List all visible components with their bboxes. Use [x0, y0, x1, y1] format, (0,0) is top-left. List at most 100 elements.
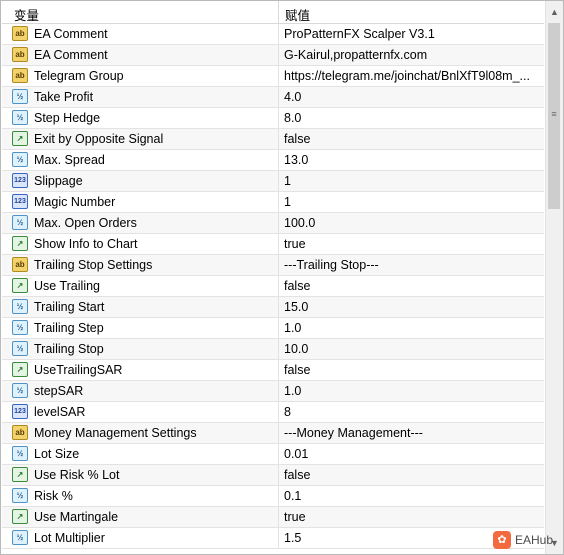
- parameter-row[interactable]: ab EA Comment G-Kairul,propatternfx.com: [2, 45, 544, 66]
- parameter-value[interactable]: true: [284, 237, 542, 251]
- parameter-name: UseTrailingSAR: [34, 363, 123, 377]
- scroll-up-arrow-icon[interactable]: ▲: [546, 3, 563, 21]
- parameter-row[interactable]: 123 levelSAR 8: [2, 402, 544, 423]
- inputs-panel: 变量 赋值 ab EA Comment ProPatternFX Scalper V…: [0, 0, 564, 555]
- parameter-value[interactable]: 1.0: [284, 321, 542, 335]
- parameter-row[interactable]: ½ Lot Size 0.01: [2, 444, 544, 465]
- parameter-name-cell[interactable]: ↗ Use Trailing: [2, 276, 279, 296]
- parameter-name-cell[interactable]: ab Money Management Settings: [2, 423, 279, 443]
- double-type-icon: ½: [12, 110, 28, 125]
- header-value-label[interactable]: 赋值: [285, 5, 310, 24]
- parameter-row[interactable]: ↗ Show Info to Chart true: [2, 234, 544, 255]
- parameter-value[interactable]: 8: [284, 405, 542, 419]
- parameter-row[interactable]: ½ Trailing Start 15.0: [2, 297, 544, 318]
- parameter-name: Magic Number: [34, 195, 116, 209]
- parameter-row[interactable]: ½ Lot Multiplier 1.5: [2, 528, 544, 549]
- parameter-row[interactable]: ½ Max. Open Orders 100.0: [2, 213, 544, 234]
- parameter-value[interactable]: false: [284, 363, 542, 377]
- parameter-row[interactable]: ½ Max. Spread 13.0: [2, 150, 544, 171]
- parameter-name-cell[interactable]: ↗ Use Martingale: [2, 507, 279, 527]
- parameter-name-cell[interactable]: ↗ Exit by Opposite Signal: [2, 129, 279, 149]
- parameter-name-cell[interactable]: ½ Max. Open Orders: [2, 213, 279, 233]
- parameter-name-cell[interactable]: ab EA Comment: [2, 24, 279, 44]
- parameter-row[interactable]: ½ Step Hedge 8.0: [2, 108, 544, 129]
- parameter-value[interactable]: ---Trailing Stop---: [284, 258, 542, 272]
- parameter-name-cell[interactable]: ½ Take Profit: [2, 87, 279, 107]
- parameter-value[interactable]: true: [284, 510, 542, 524]
- string-type-icon: ab: [12, 68, 28, 83]
- parameter-value[interactable]: https://telegram.me/joinchat/BnlXfT9l08m…: [284, 69, 542, 83]
- parameter-name-cell[interactable]: ½ Step Hedge: [2, 108, 279, 128]
- scroll-thumb[interactable]: ≡: [548, 23, 560, 209]
- parameter-rows: ab EA Comment ProPatternFX Scalper V3.1 ab E…: [2, 24, 544, 549]
- parameter-row[interactable]: ↗ Use Martingale true: [2, 507, 544, 528]
- parameter-value[interactable]: 15.0: [284, 300, 542, 314]
- parameter-name: Show Info to Chart: [34, 237, 138, 251]
- parameter-name: Trailing Stop: [34, 342, 104, 356]
- parameter-value[interactable]: ProPatternFX Scalper V3.1: [284, 27, 542, 41]
- parameter-name-cell[interactable]: 123 Slippage: [2, 171, 279, 191]
- parameter-row[interactable]: ½ Trailing Step 1.0: [2, 318, 544, 339]
- parameter-name-cell[interactable]: ↗ UseTrailingSAR: [2, 360, 279, 380]
- parameter-value[interactable]: 0.01: [284, 447, 542, 461]
- parameter-value[interactable]: 1: [284, 174, 542, 188]
- parameter-name-cell[interactable]: ab Telegram Group: [2, 66, 279, 86]
- parameter-value[interactable]: ---Money Management---: [284, 426, 542, 440]
- string-type-icon: ab: [12, 26, 28, 41]
- parameter-name: Use Risk % Lot: [34, 468, 120, 482]
- parameter-name-cell[interactable]: ½ Trailing Stop: [2, 339, 279, 359]
- parameter-name: Trailing Step: [34, 321, 104, 335]
- parameter-value[interactable]: false: [284, 468, 542, 482]
- parameter-value[interactable]: 13.0: [284, 153, 542, 167]
- parameter-name: Telegram Group: [34, 69, 124, 83]
- string-type-icon: ab: [12, 257, 28, 272]
- parameter-value[interactable]: 1.0: [284, 384, 542, 398]
- parameter-value[interactable]: G-Kairul,propatternfx.com: [284, 48, 542, 62]
- parameter-name-cell[interactable]: ½ Trailing Start: [2, 297, 279, 317]
- parameter-name-cell[interactable]: ½ Max. Spread: [2, 150, 279, 170]
- bool-type-icon: ↗: [12, 509, 28, 524]
- parameter-row[interactable]: ↗ Exit by Opposite Signal false: [2, 129, 544, 150]
- parameter-name-cell[interactable]: ½ Trailing Step: [2, 318, 279, 338]
- parameter-row[interactable]: ab EA Comment ProPatternFX Scalper V3.1: [2, 24, 544, 45]
- parameter-name-cell[interactable]: ↗ Show Info to Chart: [2, 234, 279, 254]
- parameter-row[interactable]: ↗ Use Trailing false: [2, 276, 544, 297]
- parameter-name-cell[interactable]: ↗ Use Risk % Lot: [2, 465, 279, 485]
- integer-type-icon: 123: [12, 404, 28, 419]
- parameter-name-cell[interactable]: ab Trailing Stop Settings: [2, 255, 279, 275]
- parameter-value[interactable]: false: [284, 132, 542, 146]
- integer-type-icon: 123: [12, 173, 28, 188]
- parameter-name-cell[interactable]: ab EA Comment: [2, 45, 279, 65]
- parameter-row[interactable]: ½ stepSAR 1.0: [2, 381, 544, 402]
- vertical-scrollbar[interactable]: ▲ ≡ ▼: [545, 1, 563, 554]
- parameter-name-cell[interactable]: 123 levelSAR: [2, 402, 279, 422]
- parameter-value[interactable]: 0.1: [284, 489, 542, 503]
- parameter-row[interactable]: ↗ Use Risk % Lot false: [2, 465, 544, 486]
- parameter-value[interactable]: 1: [284, 195, 542, 209]
- parameter-value[interactable]: false: [284, 279, 542, 293]
- parameter-name: Use Martingale: [34, 510, 119, 524]
- parameter-row[interactable]: 123 Slippage 1: [2, 171, 544, 192]
- parameter-name-cell[interactable]: 123 Magic Number: [2, 192, 279, 212]
- parameter-name: Lot Multiplier: [34, 531, 105, 545]
- parameter-row[interactable]: ab Telegram Group https://telegram.me/join…: [2, 66, 544, 87]
- parameter-value[interactable]: 8.0: [284, 111, 542, 125]
- parameter-value[interactable]: 100.0: [284, 216, 542, 230]
- bool-type-icon: ↗: [12, 278, 28, 293]
- parameter-name-cell[interactable]: ½ Risk %: [2, 486, 279, 506]
- parameter-row[interactable]: ½ Take Profit 4.0: [2, 87, 544, 108]
- parameter-row[interactable]: 123 Magic Number 1: [2, 192, 544, 213]
- header-col-variable[interactable]: 变量: [2, 1, 279, 23]
- parameter-row[interactable]: ↗ UseTrailingSAR false: [2, 360, 544, 381]
- parameter-name-cell[interactable]: ½ Lot Size: [2, 444, 279, 464]
- parameter-row[interactable]: ½ Trailing Stop 10.0: [2, 339, 544, 360]
- parameter-row[interactable]: ab Money Management Settings ---Money Mana…: [2, 423, 544, 444]
- parameter-row[interactable]: ab Trailing Stop Settings ---Trailing Stop…: [2, 255, 544, 276]
- parameter-name-cell[interactable]: ½ stepSAR: [2, 381, 279, 401]
- parameter-row[interactable]: ½ Risk % 0.1: [2, 486, 544, 507]
- parameter-name: EA Comment: [34, 27, 108, 41]
- parameter-name-cell[interactable]: ½ Lot Multiplier: [2, 528, 279, 548]
- parameter-name: Use Trailing: [34, 279, 100, 293]
- parameter-value[interactable]: 10.0: [284, 342, 542, 356]
- parameter-value[interactable]: 4.0: [284, 90, 542, 104]
